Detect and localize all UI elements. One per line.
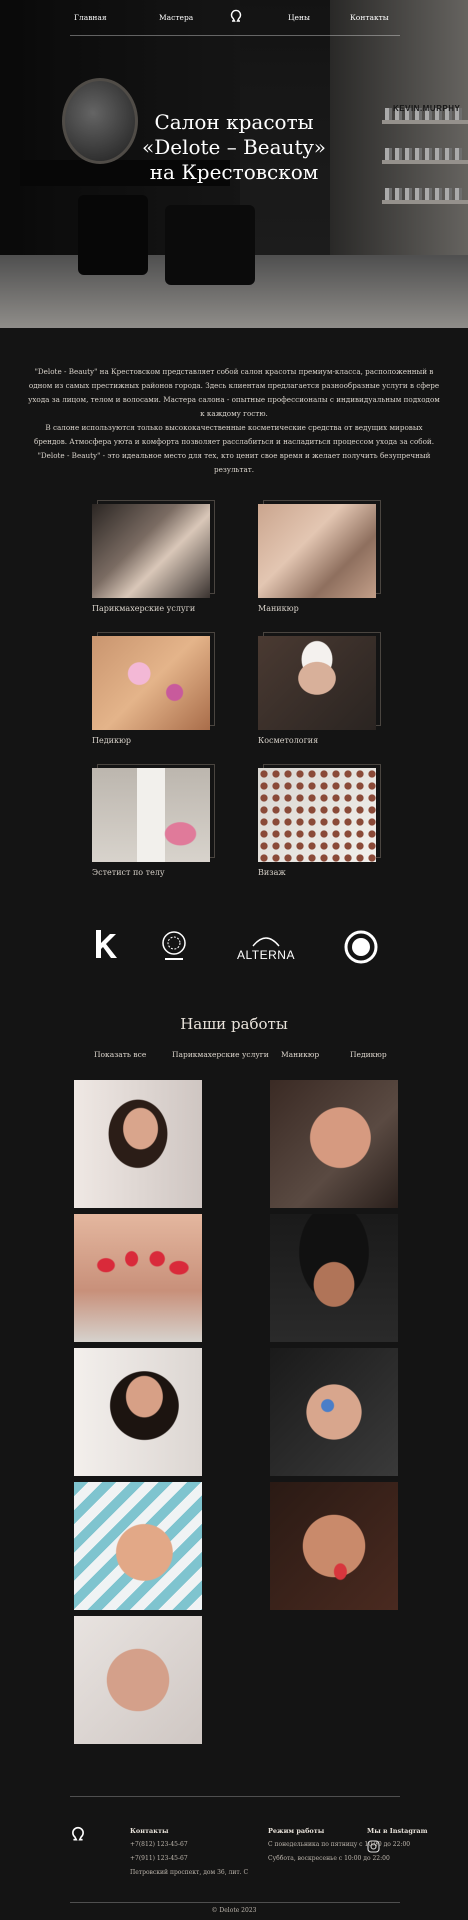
intro-text: "Delote - Beauty" на Крестовском предста… bbox=[28, 365, 440, 477]
works-title: Наши работы bbox=[180, 1015, 288, 1033]
footer-social-title: Мы в Instagram bbox=[367, 1827, 428, 1835]
copyright: © Delote 2023 bbox=[211, 1907, 257, 1914]
hero-title-line: «Delote – Beauty» bbox=[141, 135, 327, 159]
brand-alterna-text: ALTERNA bbox=[237, 948, 295, 962]
work-photo[interactable] bbox=[74, 1080, 202, 1208]
filter-tab-manicure[interactable]: Маникюр bbox=[281, 1050, 319, 1059]
service-photo bbox=[92, 768, 210, 862]
hero-title: Салон красоты «Delote – Beauty» на Крест… bbox=[0, 110, 468, 185]
service-label: Парикмахерские услуги bbox=[92, 604, 196, 613]
work-photo[interactable] bbox=[74, 1616, 202, 1744]
brand-logo-davines bbox=[344, 930, 378, 968]
footer-phone[interactable]: +7(812) 123-45-67 bbox=[130, 1841, 188, 1848]
brand-logo-k bbox=[92, 928, 118, 966]
footer-logo-icon[interactable] bbox=[70, 1826, 86, 1842]
service-label: Косметология bbox=[258, 736, 319, 745]
brand-logo-alterna: ALTERNA bbox=[233, 932, 299, 968]
intro-paragraph: "Delote - Beauty" на Крестовском предста… bbox=[28, 367, 440, 418]
work-photo[interactable] bbox=[270, 1214, 398, 1342]
logo-icon[interactable] bbox=[229, 9, 243, 23]
filter-tab-pedicure[interactable]: Педикюр bbox=[350, 1050, 387, 1059]
brand-oribe-icon bbox=[162, 931, 186, 960]
footer-contacts-title: Контакты bbox=[130, 1827, 169, 1835]
work-photo[interactable] bbox=[74, 1214, 202, 1342]
brand-davines-icon bbox=[344, 930, 378, 964]
work-photo[interactable] bbox=[270, 1482, 398, 1610]
service-photo bbox=[92, 504, 210, 598]
service-photo bbox=[258, 504, 376, 598]
work-photo[interactable] bbox=[74, 1482, 202, 1610]
brand-logo-oribe bbox=[160, 930, 188, 968]
work-photo[interactable] bbox=[74, 1348, 202, 1476]
work-photo[interactable] bbox=[270, 1348, 398, 1476]
hero-title-line: на Крестовском bbox=[149, 160, 319, 184]
service-photo bbox=[258, 768, 376, 862]
nav-link-prices[interactable]: Цены bbox=[288, 13, 310, 22]
intro-paragraph: В салоне используются только высококачес… bbox=[33, 423, 435, 474]
service-label: Эстетист по телу bbox=[92, 868, 165, 877]
work-photo[interactable] bbox=[270, 1080, 398, 1208]
footer-phone[interactable]: +7(911) 123-45-67 bbox=[130, 1855, 188, 1862]
footer-address: Петровский проспект, дом 36, лит. С bbox=[130, 1869, 249, 1876]
hero-title-line: Салон красоты bbox=[154, 110, 314, 134]
service-label: Педикюр bbox=[92, 736, 132, 745]
footer-hours: Суббота, воскресенье с 10:00 до 22:00 bbox=[268, 1855, 390, 1862]
nav-link-contacts[interactable]: Контакты bbox=[350, 13, 389, 22]
footer-divider bbox=[70, 1902, 400, 1903]
footer-hours: С понедельника по пятницу с 10:00 до 22:… bbox=[268, 1841, 411, 1848]
nav-link-masters[interactable]: Мастера bbox=[159, 13, 193, 22]
top-nav: Главная Мастера Цены Контакты bbox=[70, 6, 400, 36]
footer-hours-title: Режим работы bbox=[268, 1827, 325, 1835]
filter-tab-hair[interactable]: Парикмахерские услуги bbox=[172, 1050, 269, 1059]
service-label: Визаж bbox=[258, 868, 286, 877]
brand-k-icon bbox=[96, 930, 117, 958]
instagram-icon[interactable] bbox=[367, 1840, 380, 1853]
service-photo bbox=[92, 636, 210, 730]
brand-alterna-icon: ALTERNA bbox=[237, 937, 295, 962]
service-photo bbox=[258, 636, 376, 730]
service-label: Маникюр bbox=[258, 604, 299, 613]
footer-divider bbox=[70, 1796, 400, 1797]
filter-tab-all[interactable]: Показать все bbox=[94, 1050, 146, 1059]
nav-link-home[interactable]: Главная bbox=[74, 13, 107, 22]
